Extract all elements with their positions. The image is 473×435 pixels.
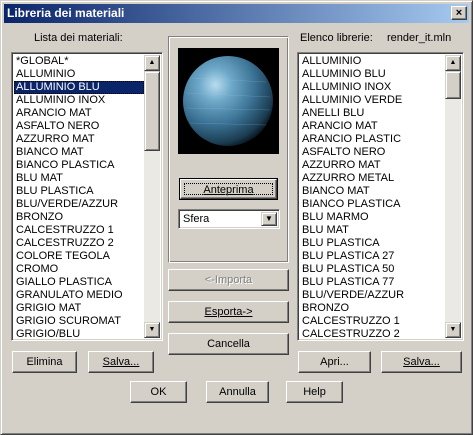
list-item[interactable]: BLU/VERDE/AZZUR [300, 289, 445, 302]
ok-button[interactable]: OK [130, 381, 187, 403]
list-item[interactable]: CALCESTRUZZO 1 [300, 315, 445, 328]
list-item[interactable]: ALLUMINIO INOX [300, 81, 445, 94]
list-item[interactable]: GIALLO PLASTICA [14, 276, 144, 289]
list-item[interactable]: BIANCO PLASTICA [300, 198, 445, 211]
list-item[interactable]: ARANCIO PLASTIC [300, 133, 445, 146]
window-title: Libreria dei materiali [7, 6, 125, 20]
close-button[interactable]: × [451, 6, 467, 20]
list-item[interactable]: BIANCO MAT [300, 185, 445, 198]
import-button[interactable]: <-Importa [168, 269, 289, 291]
list-item[interactable]: CROMO [14, 263, 144, 276]
list-item[interactable]: ANELLI BLU [300, 107, 445, 120]
list-item[interactable]: ALLUMINIO [300, 55, 445, 68]
clear-button[interactable]: Cancella [168, 333, 289, 355]
cancel-button[interactable]: Annulla [206, 381, 269, 403]
scroll-up-icon[interactable]: ▲ [144, 55, 160, 71]
list-item[interactable]: BRONZO [14, 211, 144, 224]
list-item[interactable]: BLU PLASTICA [300, 237, 445, 250]
list-item[interactable]: ALLUMINIO VERDE [300, 94, 445, 107]
list-item[interactable]: BLU PLASTICA 77 [300, 276, 445, 289]
material-preview [178, 48, 279, 154]
export-button[interactable]: Esporta-> [168, 301, 289, 323]
list-item[interactable]: AZZURRO MAT [14, 133, 144, 146]
list-item[interactable]: CALCESTRUZZO 1 [14, 224, 144, 237]
sphere-preview-icon [183, 56, 273, 146]
list-item[interactable]: GRIGIO MAT [14, 302, 144, 315]
list-item[interactable]: BRONZO [300, 302, 445, 315]
list-item[interactable]: ALLUMINIO [14, 68, 144, 81]
libraries-list-items: ALLUMINIO ALLUMINIO BLU ALLUMINIO INOX ALLU… [300, 55, 445, 338]
list-item[interactable]: BLU PLASTICA 27 [300, 250, 445, 263]
list-item[interactable]: ARANCIO MAT [14, 107, 144, 120]
materials-scrollbar[interactable]: ▲ ▼ [144, 55, 160, 338]
materials-list-label: Lista dei materiali: [34, 32, 123, 44]
list-item[interactable]: BIANCO MAT [14, 146, 144, 159]
shape-select-value: Sfera [183, 213, 210, 225]
list-item[interactable]: GRIGIO/BLU [14, 328, 144, 338]
list-item[interactable]: *GLOBAL* [14, 55, 144, 68]
list-item[interactable]: BLU PLASTICA 50 [300, 263, 445, 276]
list-item[interactable]: ARANCIO MAT [300, 120, 445, 133]
list-item[interactable]: GRIGIO SCUROMAT [14, 315, 144, 328]
list-item[interactable]: BLU MAT [300, 224, 445, 237]
libraries-listbox[interactable]: ALLUMINIO ALLUMINIO BLU ALLUMINIO INOX ALLU… [297, 52, 464, 341]
list-item[interactable]: CALCESTRUZZO 2 [14, 237, 144, 250]
scroll-down-icon[interactable]: ▼ [144, 322, 160, 338]
list-item[interactable]: ASFALTO NERO [14, 120, 144, 133]
list-item[interactable]: BLU MAT [14, 172, 144, 185]
close-icon: × [455, 7, 463, 19]
libraries-scrollbar[interactable]: ▲ ▼ [445, 55, 461, 338]
list-item[interactable]: BLU/VERDE/AZZUR [14, 198, 144, 211]
list-item[interactable]: BIANCO PLASTICA [14, 159, 144, 172]
materials-listbox[interactable]: *GLOBAL* ALLUMINIO ALLUMINIO BLU ALLUMINIO … [11, 52, 163, 341]
materials-list-items: *GLOBAL* ALLUMINIO ALLUMINIO BLU ALLUMINIO … [14, 55, 144, 338]
list-item[interactable]: AZZURRO MAT [300, 159, 445, 172]
scroll-thumb[interactable] [144, 71, 160, 151]
list-item[interactable]: CALCESTRUZZO 2 [300, 328, 445, 338]
delete-button[interactable]: Elimina [12, 351, 77, 373]
save-materials-button[interactable]: Salva... [88, 351, 154, 373]
shape-select[interactable]: Sfera ▼ [178, 209, 280, 229]
scroll-down-icon[interactable]: ▼ [445, 322, 461, 338]
scroll-thumb[interactable] [445, 71, 461, 99]
open-library-button[interactable]: Apri... [298, 351, 371, 373]
save-library-button[interactable]: Salva... [381, 351, 462, 373]
list-item[interactable]: BLU PLASTICA [14, 185, 144, 198]
material-library-dialog: Libreria dei materiali × Lista dei mater… [0, 0, 473, 435]
list-item[interactable]: AZZURRO METAL [300, 172, 445, 185]
preview-button[interactable]: Anteprima [179, 178, 278, 200]
scroll-up-icon[interactable]: ▲ [445, 55, 461, 71]
list-item[interactable]: BLU MARMO [300, 211, 445, 224]
chevron-down-icon[interactable]: ▼ [261, 212, 277, 226]
list-item[interactable]: COLORE TEGOLA [14, 250, 144, 263]
list-item[interactable]: ALLUMINIO BLU [14, 81, 144, 94]
title-bar[interactable]: Libreria dei materiali × [4, 4, 469, 23]
library-file-name: render_it.mln [387, 32, 452, 44]
list-item[interactable]: ALLUMINIO BLU [300, 68, 445, 81]
help-button[interactable]: Help [286, 381, 343, 403]
list-item[interactable]: ASFALTO NERO [300, 146, 445, 159]
libraries-list-label: Elenco librerie: [300, 32, 373, 44]
list-item[interactable]: GRANULATO MEDIO [14, 289, 144, 302]
list-item[interactable]: ALLUMINIO INOX [14, 94, 144, 107]
